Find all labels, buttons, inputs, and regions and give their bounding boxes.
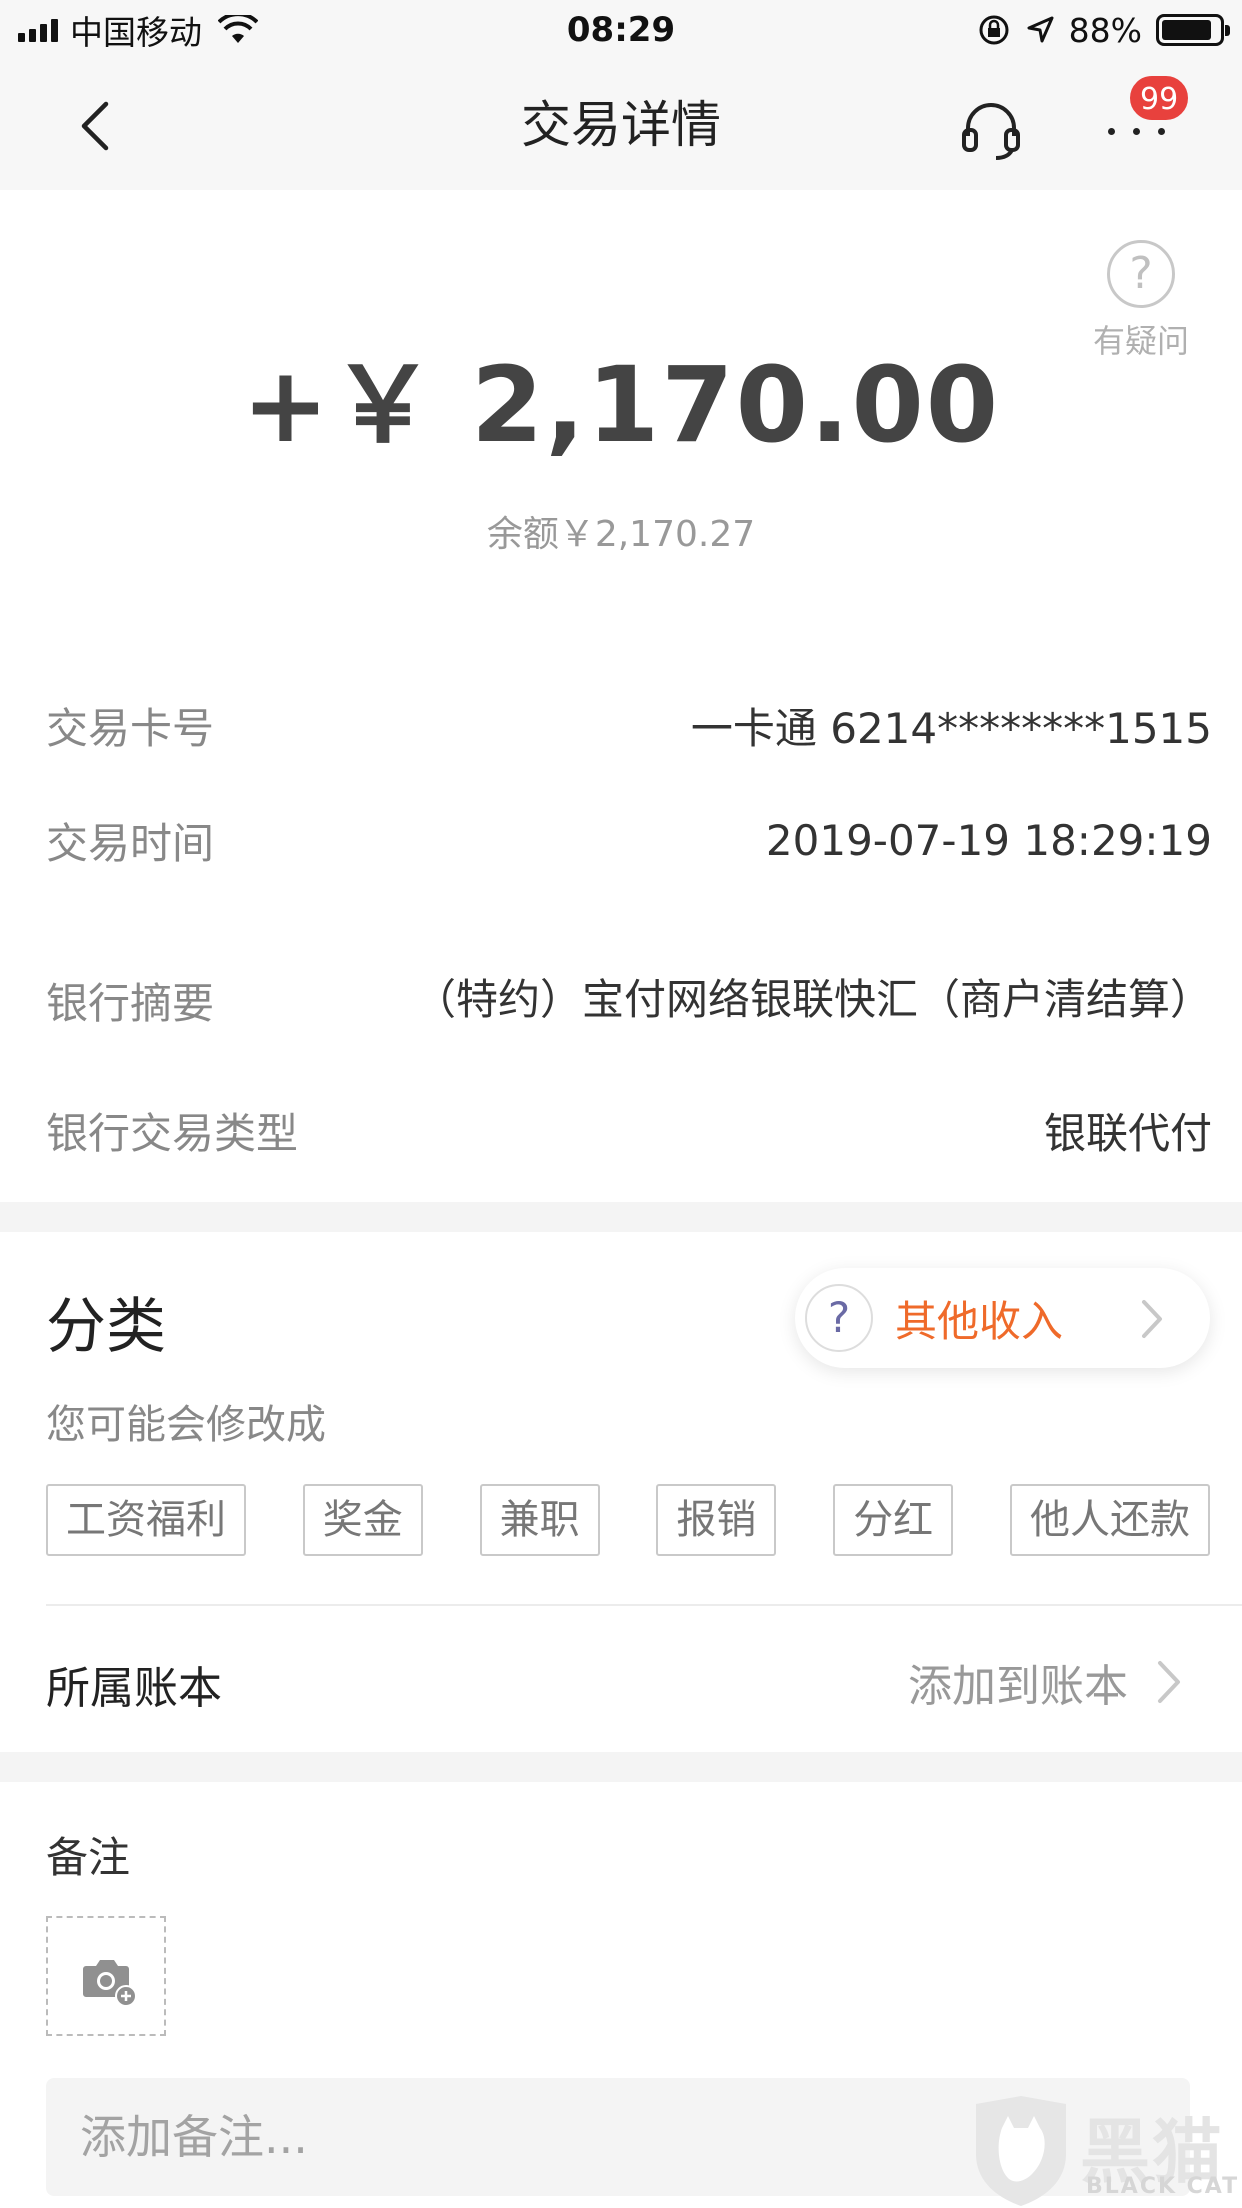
detail-row-type: 银行交易类型 银联代付: [46, 1090, 1212, 1170]
chevron-right-icon: [1158, 1661, 1180, 1703]
category-tag[interactable]: 报销: [656, 1484, 777, 1556]
amount-value: 2,170.00: [470, 344, 1001, 466]
transaction-summary: ? 有疑问 +￥ 2,170.00 余额￥2,170.27 交易卡号 一卡通 62…: [0, 190, 1242, 1202]
add-to-book-button[interactable]: 添加到账本: [908, 1650, 1186, 1714]
transaction-amount: +￥ 2,170.00: [0, 320, 1242, 471]
rotation-lock-icon: [979, 15, 1009, 45]
detail-value: 2019-07-19 18:29:19: [765, 815, 1212, 865]
detail-label: 银行交易类型: [46, 1108, 299, 1158]
amount-prefix: +￥: [241, 344, 437, 466]
detail-value: 银联代付: [1043, 1108, 1212, 1158]
category-tag[interactable]: 工资福利: [46, 1484, 246, 1556]
detail-row-summary: 银行摘要 （特约）宝付网络银联快汇（商户清结算）: [46, 930, 1212, 1070]
location-icon: [1027, 16, 1054, 43]
battery-fill: [1162, 20, 1212, 40]
cat-shield-icon: [976, 2096, 1066, 2206]
question-icon: ?: [1107, 240, 1175, 308]
detail-label: 交易时间: [46, 818, 215, 868]
account-book-label: 所属账本: [46, 1663, 222, 1714]
navigation-bar: 交易详情: [0, 60, 1242, 190]
status-right: 88%: [977, 8, 1230, 52]
category-tag[interactable]: 兼职: [479, 1484, 600, 1556]
category-tag[interactable]: 他人还款: [1009, 1484, 1210, 1556]
watermark-en: BLACK CAT: [1086, 2174, 1240, 2199]
category-hint: 您可能会修改成: [46, 1402, 326, 1448]
category-tags: 工资福利 奖金 兼职 报销 分红 他人还款: [46, 1484, 1210, 1556]
balance-text: 余额￥2,170.27: [486, 514, 756, 555]
category-tag[interactable]: 奖金: [302, 1484, 423, 1556]
divider: [46, 1604, 1242, 1606]
status-bar: 中国移动 08:29 88%: [0, 0, 1242, 60]
detail-label: 银行摘要: [46, 978, 215, 1028]
detail-row-card: 交易卡号 一卡通 6214********1515: [46, 685, 1212, 765]
question-icon: ?: [805, 1284, 873, 1352]
watermark-logo: 黑猫 BLACK CAT: [968, 2094, 1242, 2208]
page-title: 交易详情: [521, 96, 721, 154]
battery-icon: [1156, 14, 1230, 46]
notification-badge: 99: [1128, 74, 1191, 122]
category-section: 分类 ? 其他收入 您可能会修改成 工资福利 奖金 兼职 报销 分红 他人还款 …: [0, 1232, 1242, 1752]
more-icon: [1108, 128, 1165, 135]
detail-row-time: 交易时间 2019-07-19 18:29:19: [46, 800, 1212, 880]
detail-value: （特约）宝付网络银联快汇（商户清结算）: [413, 975, 1212, 1024]
camera-icon: [83, 1960, 137, 2006]
category-title: 分类: [46, 1292, 166, 1362]
chevron-right-icon: [1142, 1300, 1162, 1338]
category-selector[interactable]: ? 其他收入: [795, 1268, 1210, 1368]
category-current: 其他收入: [895, 1297, 1064, 1346]
battery-percentage: 88%: [1068, 10, 1142, 50]
add-to-book-label: 添加到账本: [908, 1661, 1128, 1712]
headset-icon[interactable]: [958, 96, 1024, 162]
detail-value: 一卡通 6214********1515: [690, 703, 1212, 753]
detail-label: 交易卡号: [46, 703, 215, 753]
note-title: 备注: [46, 1833, 131, 1882]
add-photo-button[interactable]: [46, 1916, 166, 2036]
category-tag[interactable]: 分红: [833, 1484, 954, 1556]
